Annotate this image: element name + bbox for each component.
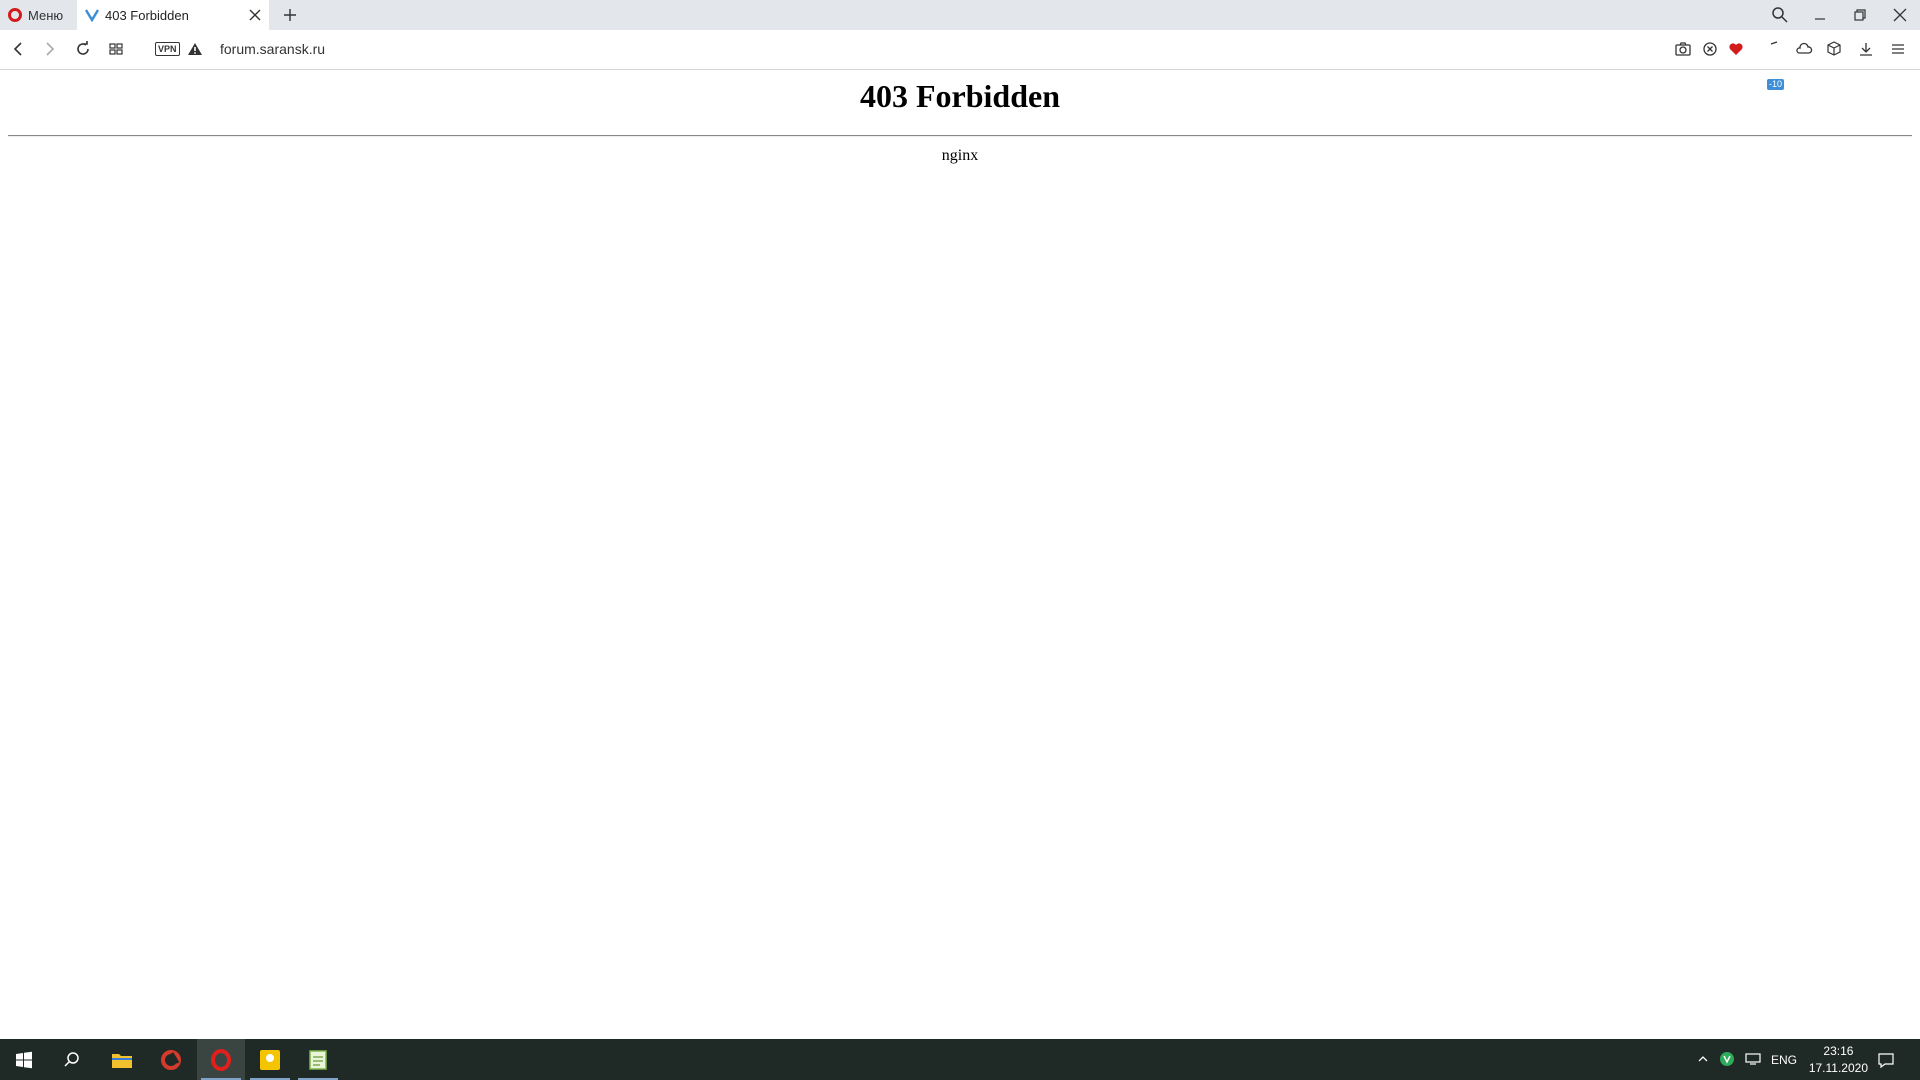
page-content: 403 Forbidden nginx [0, 70, 1920, 1039]
warning-icon[interactable] [185, 39, 205, 59]
tray-green-app-icon[interactable] [1719, 1051, 1735, 1067]
easy-setup-menu-icon[interactable] [1889, 40, 1907, 58]
vpn-badge[interactable]: VPN [155, 42, 180, 56]
menu-label: Меню [28, 7, 64, 23]
clock-time: 23:16 [1823, 1044, 1854, 1058]
site-favicon-icon [85, 9, 99, 22]
clock[interactable]: 23:16 17.11.2020 [1809, 1043, 1868, 1077]
reload-icon[interactable] [73, 39, 93, 59]
server-name: nginx [941, 147, 979, 164]
taskbar-notepad[interactable] [294, 1039, 342, 1080]
minimize-icon[interactable] [1809, 4, 1831, 26]
address-bar: VPN forum.saransk.ru -10 [0, 30, 1920, 90]
adblock-icon[interactable] [1701, 40, 1719, 58]
language-indicator[interactable]: ENG [1771, 1039, 1797, 1080]
tray-chevron-up-icon[interactable] [1697, 1053, 1709, 1065]
ccleaner-icon [161, 1049, 181, 1070]
windows-logo-icon [16, 1051, 32, 1068]
clock-date: 17.11.2020 [1808, 1061, 1868, 1075]
search-tabs-icon[interactable] [1769, 4, 1791, 26]
tab-title: 403 Forbidden [105, 7, 189, 23]
tab-strip: Меню 403 Forbidden [0, 0, 1920, 30]
search-icon [64, 1051, 79, 1067]
player-icon [260, 1049, 280, 1070]
forward-icon[interactable] [40, 39, 60, 59]
heart-icon[interactable] [1727, 40, 1745, 58]
network-icon[interactable] [1744, 1052, 1762, 1066]
taskbar-search-button[interactable] [48, 1039, 96, 1080]
taskbar: ENG 23:16 17.11.2020 [0, 1039, 1920, 1080]
notifications-icon[interactable] [1877, 1051, 1895, 1069]
close-tab-icon[interactable] [247, 7, 263, 23]
back-icon[interactable] [8, 39, 28, 59]
restore-icon[interactable] [1849, 4, 1871, 26]
opera-icon [211, 1048, 231, 1071]
notepad-icon [309, 1049, 327, 1070]
taskbar-opera[interactable] [197, 1039, 245, 1080]
taskbar-file-explorer[interactable] [98, 1039, 146, 1080]
start-button[interactable] [0, 1039, 48, 1080]
folder-icon [112, 1053, 132, 1068]
close-window-icon[interactable] [1889, 4, 1911, 26]
extension-icon[interactable] [1767, 40, 1785, 58]
url-field[interactable]: forum.saransk.ru [220, 41, 325, 57]
divider [8, 135, 1912, 137]
new-tab-icon[interactable] [280, 5, 300, 25]
cube-icon[interactable] [1825, 40, 1843, 58]
tabs-grid-icon[interactable] [106, 39, 126, 59]
taskbar-player[interactable] [246, 1039, 294, 1080]
opera-logo-icon [8, 8, 22, 22]
opera-menu-button[interactable]: Меню [8, 0, 63, 30]
cloud-icon[interactable] [1795, 40, 1813, 58]
tab-active[interactable]: 403 Forbidden [77, 0, 269, 30]
error-heading: 403 Forbidden [859, 78, 1061, 114]
snapshot-camera-icon[interactable] [1674, 40, 1692, 58]
download-icon[interactable] [1857, 40, 1875, 58]
taskbar-ccleaner[interactable] [147, 1039, 195, 1080]
